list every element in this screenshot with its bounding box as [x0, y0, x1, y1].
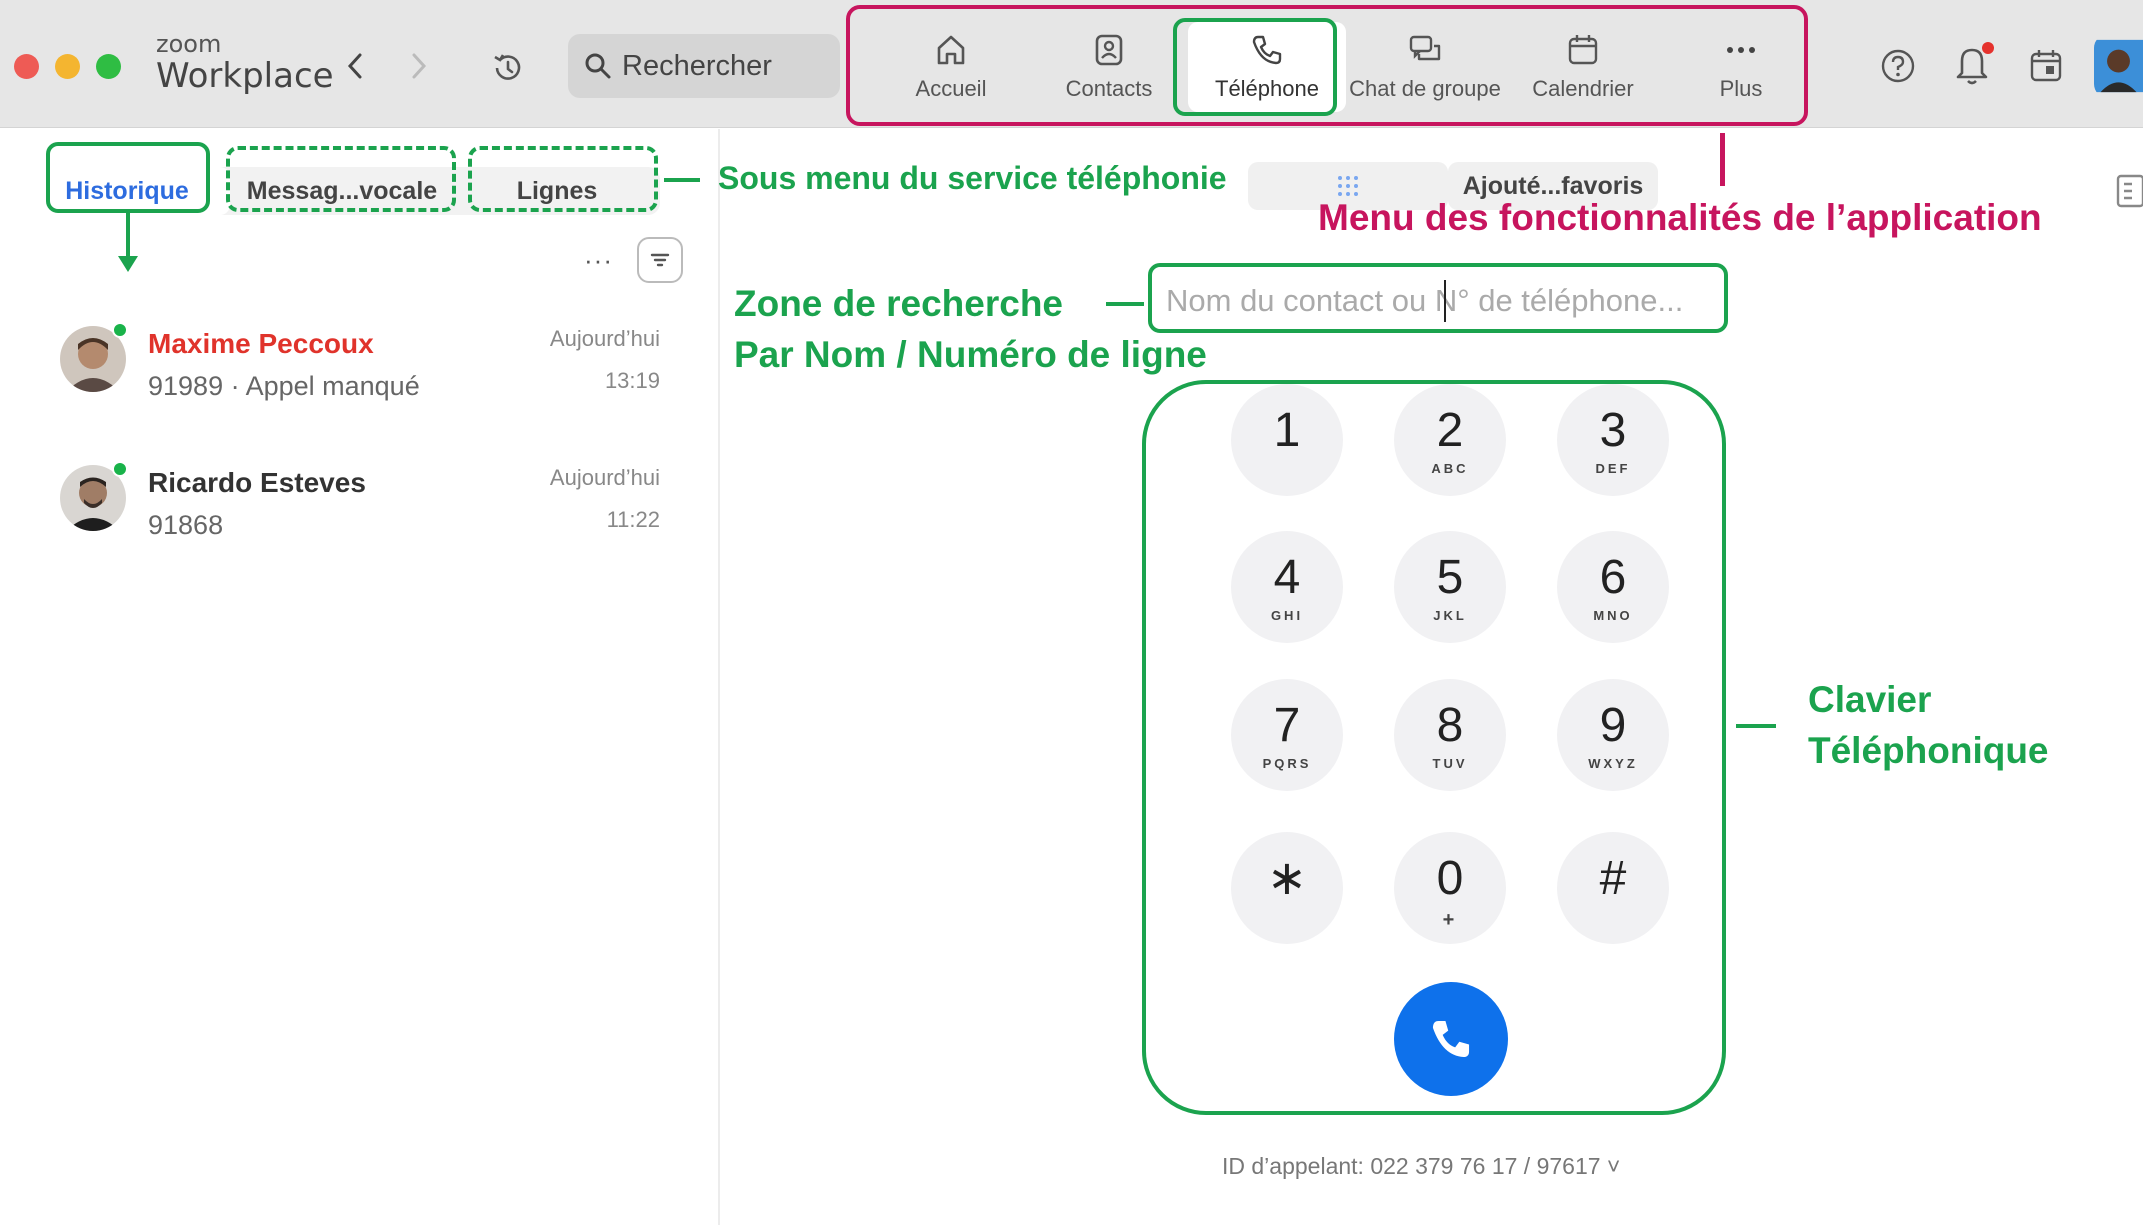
submenu-annotation: Sous menu du service téléphonie: [718, 160, 1227, 196]
call-history-panel: Historique Messag...vocale Lignes ··· Ma…: [0, 129, 720, 1225]
logo-zoom-text: zoom: [156, 30, 222, 58]
search-label: Rechercher: [622, 49, 772, 82]
minimize-window-button[interactable]: [55, 54, 80, 79]
keypad-highlight: [1142, 380, 1726, 1115]
keypad-annotation-2: Téléphonique: [1808, 730, 2049, 771]
clock-history-icon[interactable]: [488, 48, 528, 88]
lignes-highlight: [468, 146, 658, 212]
app-logo: zoom Workplace: [156, 32, 334, 93]
caller-id-selector[interactable]: ID d’appelant: 022 379 76 17 / 97617 ˅: [1222, 1153, 1620, 1180]
global-search[interactable]: Rechercher: [568, 34, 840, 98]
avatar[interactable]: [2094, 34, 2143, 98]
bell-icon[interactable]: [1952, 40, 1996, 88]
close-window-button[interactable]: [14, 54, 39, 79]
search-icon: [585, 53, 611, 79]
list-actions: ···: [584, 237, 683, 283]
historique-arrow-line: [126, 213, 130, 261]
submenu-connector: [664, 178, 700, 182]
keypad-annotation-1: Clavier: [1808, 679, 1932, 720]
help-icon[interactable]: [1878, 46, 1918, 86]
call-date: Aujourd’hui: [549, 465, 660, 490]
filter-icon: [650, 253, 670, 267]
features-connector: [1720, 133, 1725, 186]
dialpad-icon: [1338, 176, 1358, 196]
call-history-item[interactable]: Ricardo Esteves 91868 Aujourd’hui 11:22: [60, 461, 660, 555]
call-date: Aujourd’hui: [549, 326, 660, 351]
presence-online-indicator: [112, 322, 128, 338]
telephone-highlight: [1173, 18, 1337, 116]
keypad-connector: [1736, 724, 1776, 728]
filter-button[interactable]: [636, 237, 683, 283]
window-controls: [14, 54, 121, 79]
more-options-button[interactable]: ···: [584, 245, 613, 276]
panel-toggle-icon[interactable]: [2116, 174, 2143, 213]
search-zone-connector: [1106, 302, 1144, 306]
chevron-right-icon[interactable]: [404, 48, 434, 84]
call-detail: 91868: [148, 510, 224, 540]
search-zone-annotation-1: Zone de recherche: [734, 283, 1064, 324]
search-zone-annotation-2: Par Nom / Numéro de ligne: [734, 334, 1207, 375]
search-zone-highlight: [1148, 263, 1728, 333]
maximize-window-button[interactable]: [96, 54, 121, 79]
call-time: 13:19: [604, 368, 660, 393]
features-menu-annotation: Menu des fonctionnalités de l’applicatio…: [1318, 197, 2042, 238]
arrow-down-icon: [118, 256, 138, 272]
chevron-left-icon[interactable]: [340, 48, 370, 84]
call-detail: 91989 · Appel manqué: [148, 371, 420, 401]
presence-online-indicator: [112, 461, 128, 477]
call-history-item[interactable]: Maxime Peccoux 91989 · Appel manqué Aujo…: [60, 322, 660, 416]
historique-highlight: [46, 142, 210, 213]
call-time: 11:22: [606, 507, 660, 532]
caller-name: Ricardo Esteves: [148, 467, 366, 498]
caller-name: Maxime Peccoux: [148, 328, 374, 359]
messagerie-highlight: [226, 146, 456, 212]
logo-workplace-text: Workplace: [156, 56, 334, 96]
calendar-today-icon[interactable]: [2026, 46, 2066, 86]
